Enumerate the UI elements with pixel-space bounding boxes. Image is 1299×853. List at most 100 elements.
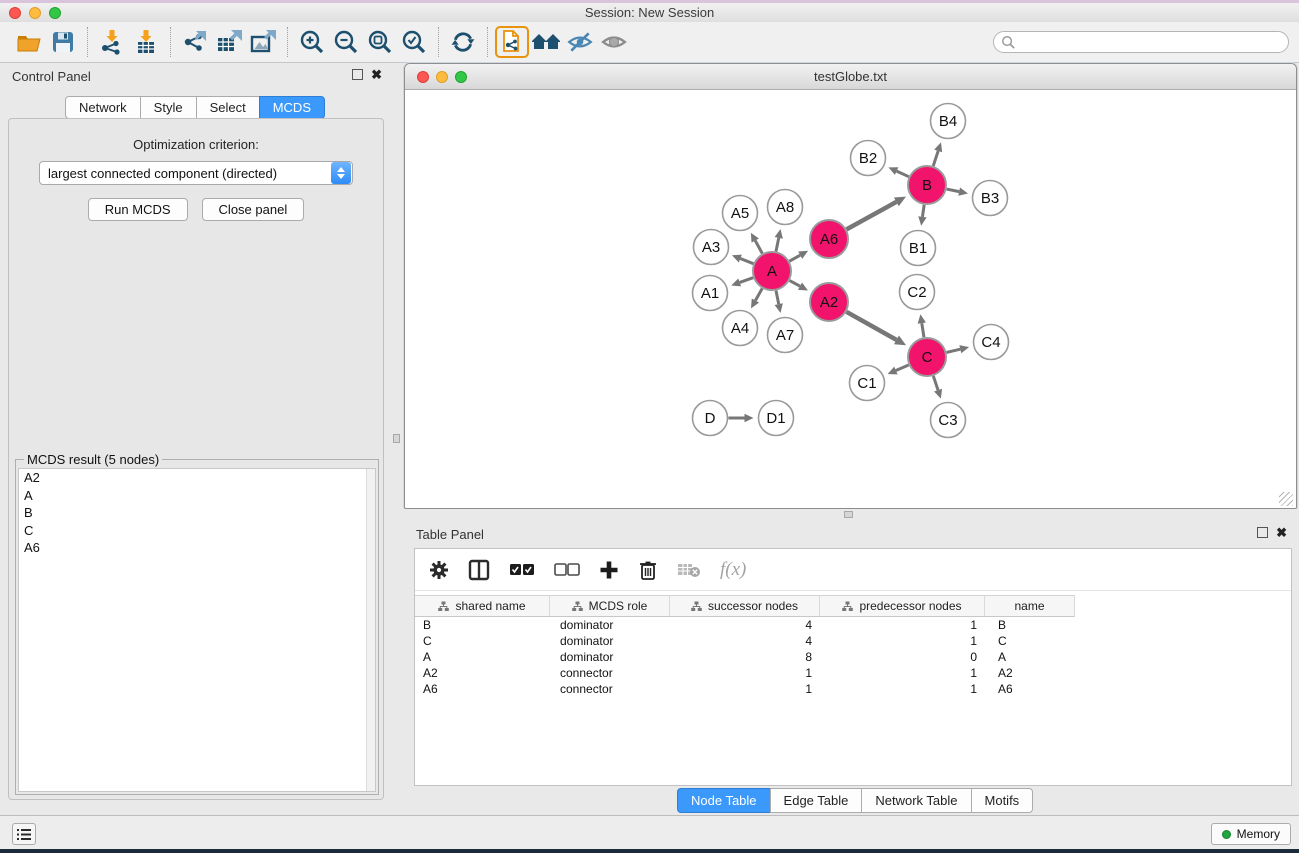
import-table-button[interactable] bbox=[129, 26, 163, 58]
edge-A-A6[interactable] bbox=[789, 255, 800, 261]
export-network-button[interactable] bbox=[178, 26, 212, 58]
table-row[interactable]: Adominator80A bbox=[415, 649, 1291, 665]
result-item[interactable]: B bbox=[19, 504, 375, 522]
window-resize-grip[interactable] bbox=[1279, 492, 1293, 506]
table-cell[interactable]: connector bbox=[550, 682, 670, 696]
vertical-splitter[interactable] bbox=[390, 63, 404, 815]
hide-details-button[interactable] bbox=[563, 26, 597, 58]
edge-A-A5[interactable] bbox=[755, 241, 762, 254]
node-B2[interactable]: B2 bbox=[851, 141, 886, 176]
columns-button[interactable] bbox=[468, 557, 490, 583]
export-image-button[interactable] bbox=[246, 26, 280, 58]
table-cell[interactable]: A6 bbox=[415, 682, 550, 696]
show-details-button[interactable] bbox=[597, 26, 631, 58]
import-network-button[interactable] bbox=[95, 26, 129, 58]
table-cell[interactable]: 8 bbox=[670, 650, 820, 664]
table-cell[interactable]: 1 bbox=[670, 682, 820, 696]
memory-button[interactable]: Memory bbox=[1211, 823, 1291, 845]
table-cell[interactable]: C bbox=[415, 634, 550, 648]
node-B4[interactable]: B4 bbox=[931, 104, 966, 139]
table-cell[interactable]: dominator bbox=[550, 634, 670, 648]
table-tab-node-table[interactable]: Node Table bbox=[677, 788, 770, 813]
control-tab-select[interactable]: Select bbox=[196, 96, 259, 119]
control-tab-style[interactable]: Style bbox=[140, 96, 196, 119]
node-C1[interactable]: C1 bbox=[850, 366, 885, 401]
delete-column-button[interactable] bbox=[638, 557, 658, 583]
table-cell[interactable]: dominator bbox=[550, 618, 670, 632]
table-tab-edge-table[interactable]: Edge Table bbox=[770, 788, 862, 813]
table-cell[interactable]: B bbox=[415, 618, 550, 632]
edge-A-A7[interactable] bbox=[776, 291, 779, 305]
table-cell[interactable]: 4 bbox=[670, 634, 820, 648]
zoom-window-button[interactable] bbox=[49, 7, 61, 19]
table-cell[interactable]: 1 bbox=[820, 634, 985, 648]
open-session-button[interactable] bbox=[12, 26, 46, 58]
result-item[interactable]: A bbox=[19, 487, 375, 505]
select-all-button[interactable] bbox=[509, 557, 535, 583]
table-tab-network-table[interactable]: Network Table bbox=[861, 788, 970, 813]
table-cell[interactable]: 1 bbox=[820, 666, 985, 680]
node-A6[interactable]: A6 bbox=[810, 220, 848, 258]
save-session-button[interactable] bbox=[46, 26, 80, 58]
result-scrollbar[interactable] bbox=[366, 469, 375, 791]
edge-B-B4[interactable] bbox=[933, 151, 938, 166]
network-window-titlebar[interactable]: testGlobe.txt bbox=[405, 64, 1296, 90]
result-item[interactable]: C bbox=[19, 522, 375, 540]
column-header-shared-name[interactable]: shared name bbox=[415, 595, 550, 617]
zoom-fit-button[interactable] bbox=[363, 26, 397, 58]
table-cell[interactable]: 0 bbox=[820, 650, 985, 664]
table-cell[interactable]: B bbox=[985, 618, 1075, 632]
node-D1[interactable]: D1 bbox=[759, 401, 794, 436]
function-builder-button[interactable]: f(x) bbox=[720, 557, 746, 583]
edge-A-A4[interactable] bbox=[755, 288, 762, 300]
column-header-predecessor-nodes[interactable]: predecessor nodes bbox=[820, 595, 985, 617]
node-C4[interactable]: C4 bbox=[974, 325, 1009, 360]
node-A7[interactable]: A7 bbox=[768, 318, 803, 353]
table-cell[interactable]: 1 bbox=[820, 618, 985, 632]
table-cell[interactable]: A6 bbox=[985, 682, 1075, 696]
table-tab-motifs[interactable]: Motifs bbox=[971, 788, 1034, 813]
node-A2[interactable]: A2 bbox=[810, 283, 848, 321]
close-window-button[interactable] bbox=[9, 7, 21, 19]
node-A3[interactable]: A3 bbox=[694, 230, 729, 265]
float-table-panel-button[interactable] bbox=[1257, 527, 1268, 538]
splitter-handle[interactable] bbox=[844, 511, 853, 518]
zoom-selected-button[interactable] bbox=[397, 26, 431, 58]
control-tab-network[interactable]: Network bbox=[65, 96, 140, 119]
table-cell[interactable]: 1 bbox=[820, 682, 985, 696]
node-B1[interactable]: B1 bbox=[901, 231, 936, 266]
table-cell[interactable]: A2 bbox=[985, 666, 1075, 680]
close-table-panel-button[interactable]: ✖ bbox=[1276, 527, 1287, 538]
edge-B-B2[interactable] bbox=[897, 171, 909, 177]
node-C[interactable]: C bbox=[908, 338, 946, 376]
node-C2[interactable]: C2 bbox=[900, 275, 935, 310]
delete-table-button[interactable] bbox=[677, 557, 701, 583]
task-history-button[interactable] bbox=[12, 823, 36, 845]
close-panel-button[interactable]: Close panel bbox=[202, 198, 305, 221]
minimize-window-button[interactable] bbox=[29, 7, 41, 19]
horizontal-splitter[interactable] bbox=[404, 509, 1299, 521]
export-table-button[interactable] bbox=[212, 26, 246, 58]
node-B[interactable]: B bbox=[908, 166, 946, 204]
edge-B-B1[interactable] bbox=[922, 205, 924, 217]
edge-C-C2[interactable] bbox=[922, 323, 924, 337]
close-panel-icon-button[interactable]: ✖ bbox=[371, 69, 382, 80]
result-item[interactable]: A2 bbox=[19, 469, 375, 487]
edge-C-C4[interactable] bbox=[946, 349, 960, 352]
edge-C-C1[interactable] bbox=[896, 365, 909, 371]
node-C3[interactable]: C3 bbox=[931, 403, 966, 438]
node-B3[interactable]: B3 bbox=[973, 181, 1008, 216]
network-minimize-button[interactable] bbox=[436, 71, 448, 83]
splitter-handle[interactable] bbox=[393, 434, 400, 443]
table-cell[interactable]: A bbox=[415, 650, 550, 664]
network-graph[interactable]: B4B2BB3A5A8A6A3B1AA1C2A2A4A7C4CC1C3DD1 bbox=[406, 90, 1295, 508]
table-row[interactable]: Bdominator41B bbox=[415, 617, 1291, 633]
search-input[interactable] bbox=[1016, 33, 1288, 51]
node-A5[interactable]: A5 bbox=[723, 196, 758, 231]
home-button[interactable] bbox=[529, 26, 563, 58]
column-header-successor-nodes[interactable]: successor nodes bbox=[670, 595, 820, 617]
node-A8[interactable]: A8 bbox=[768, 190, 803, 225]
run-mcds-button[interactable]: Run MCDS bbox=[88, 198, 188, 221]
add-column-button[interactable] bbox=[599, 557, 619, 583]
optimization-criterion-select[interactable]: largest connected component (directed) bbox=[39, 161, 353, 185]
